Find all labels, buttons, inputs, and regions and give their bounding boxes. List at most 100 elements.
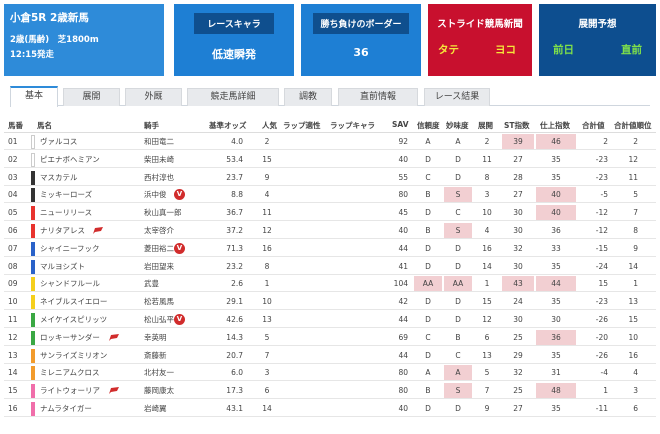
- value-grade: AA: [444, 276, 472, 292]
- sav-value: 44: [398, 315, 408, 324]
- tenkai-label: 展開予想: [578, 19, 617, 30]
- tab-race-result[interactable]: レース結果: [424, 88, 490, 106]
- stride-vertical-link[interactable]: タテ: [438, 42, 459, 57]
- tab-gaikyu[interactable]: 外厩: [125, 88, 182, 106]
- finish-index: 35: [551, 154, 561, 164]
- base-odds: 6.0: [231, 368, 243, 378]
- stride-horizontal-link[interactable]: ヨコ: [495, 42, 516, 57]
- st-index: 27: [513, 154, 523, 164]
- sav-value: 40: [398, 226, 408, 235]
- total-value: -4: [600, 368, 608, 378]
- horse-name-link[interactable]: ライトウォーリア: [40, 383, 140, 398]
- col-finish-index: 仕上指数: [540, 121, 570, 130]
- value-grade: D: [455, 315, 461, 324]
- trust-grade: D: [425, 404, 431, 413]
- base-odds: 71.3: [226, 243, 243, 253]
- sav-value: 92: [398, 137, 408, 146]
- jockey-name: 松若風馬: [144, 297, 174, 307]
- st-index: 25: [513, 332, 523, 342]
- table-row: 08 マルヨシズト 岩田望来 23.2 8 41 D D 14 30 35 -24 14: [4, 259, 656, 275]
- base-odds: 42.6: [226, 315, 243, 324]
- horse-name-link[interactable]: マルヨシズト: [40, 259, 140, 274]
- horse-name-link[interactable]: サンライズミリオン: [40, 348, 140, 363]
- tab-basic[interactable]: 基本: [10, 86, 58, 107]
- horse-name-link[interactable]: ピエナボヘミアン: [40, 152, 140, 167]
- jockey-name: 西村淳也: [144, 172, 174, 182]
- horse-name-link[interactable]: ネイブルスイエロー: [40, 294, 140, 309]
- tenkai-just-before-link[interactable]: 直前: [621, 42, 642, 57]
- value-grade: D: [455, 172, 461, 182]
- horse-name-link[interactable]: ミレニアムクロス: [40, 365, 140, 380]
- jockey-name: 藤岡康太: [144, 386, 174, 396]
- popularity: 14: [262, 404, 272, 413]
- total-value: -11: [595, 404, 608, 413]
- finish-index: 40: [536, 205, 576, 221]
- finish-index: 35: [551, 261, 561, 271]
- tenkai-previous-day-link[interactable]: 前日: [553, 42, 574, 57]
- finish-index: 40: [536, 187, 576, 203]
- horse-name-link[interactable]: ニューリリース: [40, 205, 140, 220]
- tab-horse-details[interactable]: 競走馬詳細: [187, 88, 279, 106]
- sav-value: 80: [398, 368, 408, 378]
- tab-tenkai[interactable]: 展開: [63, 88, 120, 106]
- trust-grade: B: [425, 226, 431, 235]
- tenkai-rank: 15: [482, 297, 492, 307]
- tenkai-rank: 1: [484, 279, 490, 289]
- horse-name-link[interactable]: シャイニーフック: [40, 241, 140, 256]
- frame-color-bar: [31, 188, 35, 203]
- col-st-index: ST指数: [504, 121, 530, 130]
- st-index: 30: [513, 315, 523, 324]
- sav-value: 80: [398, 386, 408, 396]
- jockey-name: 和田竜二: [144, 137, 174, 146]
- tenkai-rank: 4: [484, 226, 490, 235]
- popularity: 12: [262, 226, 272, 235]
- tenkai-rank: 10: [482, 208, 492, 218]
- st-index: 43: [502, 276, 534, 292]
- base-odds: 8.8: [231, 190, 243, 200]
- horse-name-link[interactable]: ロッキーサンダー: [40, 330, 140, 345]
- horse-name-link[interactable]: ミッキーローズ: [40, 187, 140, 202]
- tenkai-rank: 9: [484, 404, 490, 413]
- sav-value: 55: [398, 172, 408, 182]
- tab-training[interactable]: 調教: [284, 88, 332, 106]
- horse-name-link[interactable]: ナムラタイガー: [40, 401, 140, 416]
- base-odds: 20.7: [226, 350, 243, 360]
- jockey-name: 北村友一: [144, 368, 174, 378]
- frame-color-bar: [31, 259, 35, 274]
- st-index: 30: [513, 261, 523, 271]
- horse-name-link[interactable]: シャンドフルール: [40, 276, 140, 291]
- frame-color-bar: [31, 277, 35, 292]
- horse-name-link[interactable]: メイケイスピリッツ: [40, 312, 140, 327]
- frame-color-bar: [31, 384, 35, 399]
- frame-color-bar: [31, 152, 35, 167]
- popularity: 5: [264, 332, 270, 342]
- race-condition: 2歳(馬齢) 芝1800m: [10, 35, 99, 45]
- tenkai-rank: 6: [484, 332, 490, 342]
- race-character-value: 低速瞬発: [212, 48, 256, 61]
- trust-grade: D: [425, 297, 431, 307]
- base-odds: 29.1: [226, 297, 243, 307]
- popularity: 15: [262, 154, 272, 164]
- st-index: 29: [513, 350, 523, 360]
- row-number: 10: [8, 297, 18, 307]
- horse-name-link[interactable]: ヴァルコス: [40, 134, 140, 149]
- victory-badge-icon: V: [174, 314, 185, 325]
- table-row: 12 ロッキーサンダー 幸英明 14.3 5 69 C B 6 25 36 -20 10: [4, 329, 656, 346]
- finish-index: 36: [551, 226, 561, 235]
- frame-color-bar: [31, 135, 35, 149]
- total-value: -24: [595, 261, 608, 271]
- total-value: -26: [595, 315, 608, 324]
- jockey-name: 武豊: [144, 279, 159, 289]
- row-number: 07: [8, 243, 18, 253]
- border-card: 勝ち負けのボーダー 36: [301, 4, 421, 76]
- tab-latest-info[interactable]: 直前情報: [338, 88, 418, 106]
- col-total-rank: 合計値順位: [614, 121, 652, 130]
- horse-name-link[interactable]: マスカテル: [40, 170, 140, 185]
- tenkai-rank: 14: [482, 261, 492, 271]
- horse-name-link[interactable]: ナリタアレス: [40, 223, 140, 238]
- col-number: 馬番: [8, 121, 23, 130]
- row-number: 03: [8, 172, 18, 182]
- total-value: -20: [595, 332, 608, 342]
- st-index: 25: [513, 386, 523, 396]
- popularity: 1: [264, 279, 270, 289]
